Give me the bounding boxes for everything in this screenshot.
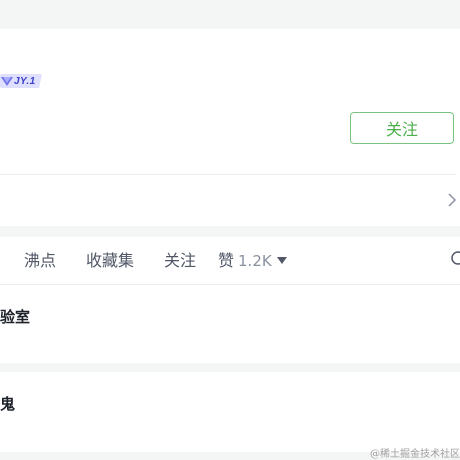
tab-following[interactable]: 关注 — [164, 250, 196, 272]
divider — [0, 174, 456, 175]
caret-down-icon — [276, 257, 287, 264]
follow-button[interactable]: 关注 — [350, 112, 454, 144]
tab-likes-label: 赞 — [218, 251, 235, 270]
search-icon[interactable] — [449, 250, 460, 268]
level-badge-label: JY.1 — [14, 76, 36, 87]
watermark: @稀土掘金技术社区 — [370, 449, 460, 460]
tab-likes[interactable]: 赞 1.2K — [218, 250, 287, 272]
tab-collections[interactable]: 收藏集 — [86, 250, 134, 272]
list-item[interactable] — [0, 372, 460, 452]
tab-feeds[interactable]: 沸点 — [24, 250, 56, 272]
list-item-title[interactable]: 验室 — [0, 306, 30, 327]
list-item-title[interactable]: 鬼 — [0, 393, 15, 414]
chevron-right-icon[interactable] — [446, 192, 458, 208]
section-gap — [0, 363, 460, 372]
tab-divider — [0, 284, 460, 285]
likes-count: 1.2K — [238, 252, 272, 270]
level-badge-icon — [0, 74, 14, 88]
